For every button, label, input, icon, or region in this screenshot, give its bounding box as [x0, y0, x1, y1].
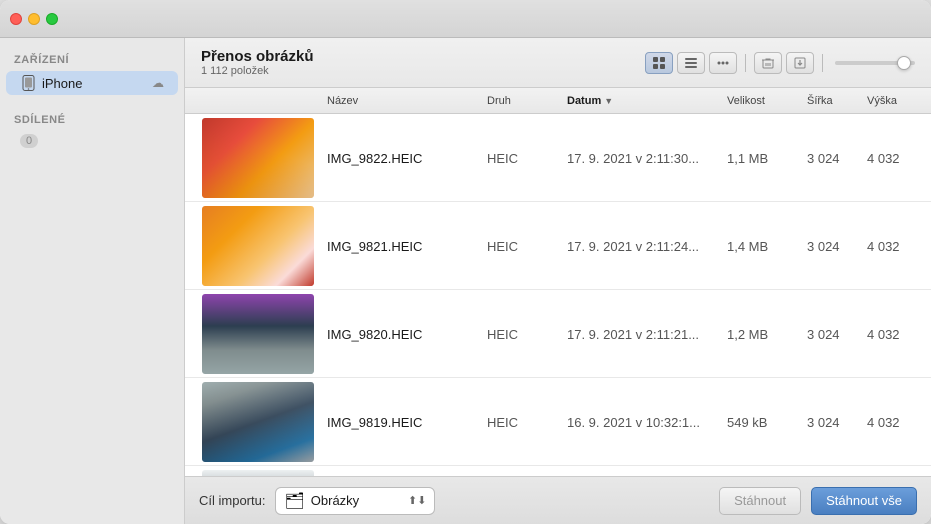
main-content: ZAŘÍZENÍ iPhone ☁ SDÍLENÉ 0 — [0, 38, 931, 524]
file-size: 1,1 MB — [723, 151, 803, 166]
toolbar-separator-1 — [745, 54, 746, 72]
iphone-icon — [20, 75, 36, 91]
file-type: HEIC — [483, 239, 563, 254]
bottom-bar: Cíl importu: 🗂 Obrázky ⬆⬇ Stáhnout Stáhn… — [185, 476, 931, 524]
zoom-slider[interactable] — [835, 61, 915, 65]
file-name: IMG_9820.HEIC — [323, 327, 483, 342]
table-row[interactable]: IMG_9820.HEICHEIC17. 9. 2021 v 2:11:21..… — [185, 290, 931, 378]
import-button[interactable] — [786, 52, 814, 74]
delete-button[interactable] — [754, 52, 782, 74]
app-window: ZAŘÍZENÍ iPhone ☁ SDÍLENÉ 0 — [0, 0, 931, 524]
table-row[interactable]: IMG_9822.HEICHEIC17. 9. 2021 v 2:11:30..… — [185, 114, 931, 202]
app-title: Přenos obrázků — [201, 48, 637, 65]
thumbnail-image — [202, 470, 314, 476]
chevron-up-down-icon: ⬆⬇ — [408, 494, 426, 507]
import-folder-selector[interactable]: 🗂 Obrázky ⬆⬇ — [275, 487, 435, 515]
file-type: HEIC — [483, 415, 563, 430]
file-name: IMG_9821.HEIC — [323, 239, 483, 254]
table-row[interactable]: IMG_9819.HEICHEIC16. 9. 2021 v 10:32:1..… — [185, 378, 931, 466]
grid-view-button[interactable] — [645, 52, 673, 74]
thumbnail-cell — [193, 466, 323, 476]
col-height[interactable]: Výška — [863, 95, 923, 107]
thumbnail-cell — [193, 114, 323, 202]
col-width[interactable]: Šířka — [803, 95, 863, 107]
file-width: 3 024 — [803, 151, 863, 166]
file-width: 3 024 — [803, 239, 863, 254]
shared-section: SDÍLENÉ 0 — [0, 108, 184, 152]
thumbnail-cell — [193, 290, 323, 378]
slider-thumb — [897, 56, 911, 70]
toolbar-buttons — [645, 52, 915, 74]
list-view-button[interactable] — [677, 52, 705, 74]
devices-section-label: ZAŘÍZENÍ — [0, 48, 184, 70]
toolbar-separator-2 — [822, 54, 823, 72]
col-type[interactable]: Druh — [483, 95, 563, 107]
minimize-button[interactable] — [28, 13, 40, 25]
folder-icon: 🗂 — [284, 491, 304, 511]
file-type: HEIC — [483, 151, 563, 166]
file-date: 17. 9. 2021 v 2:11:30... — [563, 151, 723, 166]
file-width: 3 024 — [803, 415, 863, 430]
file-width: 3 024 — [803, 327, 863, 342]
file-height: 4 032 — [863, 151, 923, 166]
file-name: IMG_9819.HEIC — [323, 415, 483, 430]
table-header: Název Druh Datum ▼ Velikost Šířka Výška — [185, 88, 931, 114]
import-folder-name: Obrázky — [311, 493, 402, 508]
file-date: 17. 9. 2021 v 2:11:21... — [563, 327, 723, 342]
download-button[interactable]: Stáhnout — [719, 487, 801, 515]
close-button[interactable] — [10, 13, 22, 25]
col-name[interactable]: Název — [323, 95, 483, 107]
file-height: 4 032 — [863, 239, 923, 254]
cloud-icon: ☁ — [152, 76, 164, 90]
iphone-label: iPhone — [42, 76, 148, 91]
file-size: 1,2 MB — [723, 327, 803, 342]
thumbnail-cell — [193, 202, 323, 290]
table-body: IMG_9822.HEICHEIC17. 9. 2021 v 2:11:30..… — [185, 114, 931, 476]
more-button[interactable] — [709, 52, 737, 74]
table-row[interactable]: IMG_9816.HEICHEIC16. 9. 2021 v 10:32:0..… — [185, 466, 931, 476]
file-size: 549 kB — [723, 415, 803, 430]
traffic-lights — [10, 13, 58, 25]
toolbar-title-area: Přenos obrázků 1 112 položek — [201, 48, 637, 77]
thumbnail-image — [202, 206, 314, 286]
maximize-button[interactable] — [46, 13, 58, 25]
toolbar: Přenos obrázků 1 112 položek — [185, 38, 931, 88]
sidebar-item-iphone[interactable]: iPhone ☁ — [6, 71, 178, 95]
right-panel: Přenos obrázků 1 112 položek — [185, 38, 931, 524]
shared-badge: 0 — [20, 134, 38, 148]
item-count: 1 112 položek — [201, 65, 637, 77]
col-date[interactable]: Datum ▼ — [563, 95, 723, 107]
file-height: 4 032 — [863, 327, 923, 342]
file-date: 16. 9. 2021 v 10:32:1... — [563, 415, 723, 430]
file-name: IMG_9822.HEIC — [323, 151, 483, 166]
import-destination-label: Cíl importu: — [199, 493, 265, 508]
file-type: HEIC — [483, 327, 563, 342]
thumbnail-image — [202, 382, 314, 462]
thumbnail-image — [202, 118, 314, 198]
file-size: 1,4 MB — [723, 239, 803, 254]
thumbnail-cell — [193, 378, 323, 466]
thumbnail-image — [202, 294, 314, 374]
table-row[interactable]: IMG_9821.HEICHEIC17. 9. 2021 v 2:11:24..… — [185, 202, 931, 290]
titlebar — [0, 0, 931, 38]
file-height: 4 032 — [863, 415, 923, 430]
col-size[interactable]: Velikost — [723, 95, 803, 107]
shared-section-label: SDÍLENÉ — [0, 108, 184, 130]
slider-track — [835, 61, 915, 65]
download-all-button[interactable]: Stáhnout vše — [811, 487, 917, 515]
sort-arrow-icon: ▼ — [604, 96, 613, 106]
sidebar: ZAŘÍZENÍ iPhone ☁ SDÍLENÉ 0 — [0, 38, 185, 524]
file-date: 17. 9. 2021 v 2:11:24... — [563, 239, 723, 254]
